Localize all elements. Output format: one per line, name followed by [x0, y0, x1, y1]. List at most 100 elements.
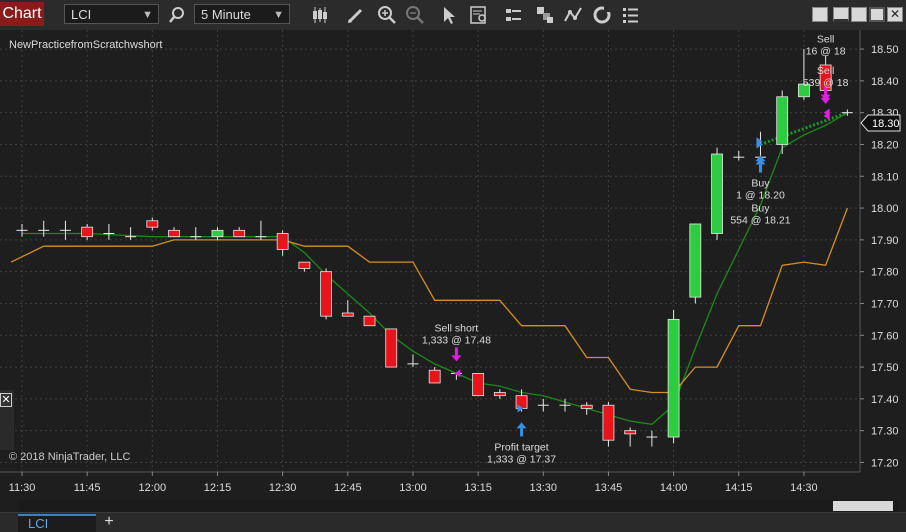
zoom-in-icon[interactable] [376, 4, 398, 26]
candle-body [602, 404, 615, 441]
toolbar: Chart LCI ▼ 5 Minute ▼ ✕ [0, 0, 906, 31]
price-tick-label: 18.00 [871, 203, 899, 215]
candle-body [276, 233, 289, 250]
time-tick-label: 11:45 [74, 482, 101, 494]
strategy-icon[interactable] [562, 4, 584, 26]
candlestick-style-icon[interactable] [309, 4, 331, 26]
candle-body [711, 153, 723, 234]
price-tick-label: 17.50 [871, 362, 899, 374]
copyright-text: © 2018 NinjaTrader, LLC [9, 451, 130, 463]
horizontal-scrollbar[interactable] [18, 500, 898, 512]
current-price-tag: 18.30 [860, 114, 901, 132]
marker-detail: 16 @ 18 [806, 46, 846, 58]
sell-arrow-stem [824, 89, 828, 98]
properties-list-icon[interactable] [620, 4, 642, 26]
price-tick-label: 17.40 [871, 394, 899, 406]
marker-label: Sell short [435, 322, 479, 334]
data-box-icon[interactable] [468, 4, 490, 26]
candle-body [428, 369, 441, 384]
time-tick-label: 12:15 [204, 482, 232, 494]
scrollbar-thumb[interactable] [833, 501, 893, 511]
price-tick-label: 17.20 [871, 457, 899, 469]
side-panel-close-button[interactable]: ✕ [0, 393, 12, 407]
marker-detail: 1,333 @ 17.37 [487, 453, 556, 465]
cursor-icon[interactable] [438, 4, 460, 26]
candle-body [776, 96, 789, 145]
candle-body [233, 229, 246, 238]
chevron-down-icon: ▼ [142, 9, 153, 21]
marker-label: Buy [751, 177, 770, 189]
marker-detail: 539 @ 18 [803, 77, 849, 89]
price-tick-label: 17.30 [871, 426, 899, 438]
order-panel-icon[interactable] [503, 4, 525, 26]
candle-body [580, 404, 593, 409]
chart-tab[interactable]: Chart [0, 2, 44, 26]
marker-label: Sell [817, 65, 835, 77]
strategy-title: NewPracticefromScratchwshort [9, 39, 162, 51]
templates-icon[interactable] [534, 4, 556, 26]
time-tick-label: 12:30 [269, 482, 297, 494]
marker-label: Sell [817, 34, 835, 46]
maximize-button[interactable] [869, 7, 885, 22]
candle-body [320, 271, 332, 317]
zoom-out-icon[interactable] [404, 4, 426, 26]
refresh-icon[interactable] [591, 4, 613, 26]
tile-window-button[interactable] [812, 7, 828, 22]
price-tick-label: 17.70 [871, 298, 899, 310]
minimize-button[interactable] [833, 7, 849, 22]
marker-detail: 1 @ 18.20 [736, 189, 785, 201]
candle-body [146, 220, 159, 228]
candle-body [363, 315, 376, 327]
time-tick-label: 13:30 [530, 482, 558, 494]
chevron-down-icon: ▼ [273, 9, 284, 21]
price-tick-label: 17.90 [871, 235, 899, 247]
candle-body [493, 392, 506, 397]
candle-body [168, 229, 180, 238]
interval-value: 5 Minute [201, 7, 251, 22]
candle-body [689, 223, 702, 298]
add-tab-button[interactable]: + [100, 513, 118, 531]
candle-body [81, 226, 94, 238]
candle-body [385, 328, 398, 368]
close-button[interactable]: ✕ [887, 7, 903, 22]
candle-body [667, 318, 680, 438]
marker-detail: 554 @ 18.21 [730, 214, 790, 226]
sell-arrow-stem [454, 347, 458, 356]
candle-body [341, 312, 354, 317]
candle-body [298, 261, 311, 269]
pencil-icon[interactable] [345, 4, 367, 26]
chart-background [0, 30, 906, 500]
time-tick-label: 13:45 [595, 482, 623, 494]
candle-body [624, 430, 637, 435]
price-chart[interactable]: Sell short1,333 @ 17.48 Profit target1,33… [0, 30, 906, 500]
price-tick-label: 18.40 [871, 76, 899, 88]
buy-arrow-stem [520, 428, 524, 437]
time-tick-label: 12:45 [334, 482, 362, 494]
price-tick-label: 17.60 [871, 330, 899, 342]
price-tick-label: 17.80 [871, 267, 899, 279]
time-tick-label: 14:15 [725, 482, 753, 494]
tab-lci[interactable]: LCI [18, 514, 96, 532]
current-price-label: 18.30 [872, 118, 900, 130]
marker-label: Buy [751, 202, 770, 214]
candle-body [211, 229, 224, 238]
time-tick-label: 11:30 [9, 482, 36, 494]
time-tick-label: 14:30 [790, 482, 818, 494]
price-tick-label: 18.20 [871, 139, 899, 151]
instrument-value: LCI [71, 7, 92, 22]
price-tick-label: 18.50 [871, 44, 899, 56]
buy-arrow-stem [758, 161, 762, 170]
restore-button[interactable] [851, 7, 867, 22]
candle-body [472, 373, 485, 397]
time-tick-label: 13:00 [399, 482, 427, 494]
search-icon[interactable] [166, 4, 188, 26]
bottom-tab-bar: LCI + [0, 512, 906, 532]
interval-select[interactable]: 5 Minute ▼ [194, 4, 290, 24]
time-tick-label: 13:15 [464, 482, 492, 494]
instrument-select[interactable]: LCI ▼ [64, 4, 159, 24]
time-tick-label: 14:00 [660, 482, 688, 494]
price-tick-label: 18.10 [871, 171, 899, 183]
time-tick-label: 12:00 [139, 482, 167, 494]
marker-detail: 1,333 @ 17.48 [422, 334, 491, 346]
marker-label: Profit target [494, 441, 548, 453]
